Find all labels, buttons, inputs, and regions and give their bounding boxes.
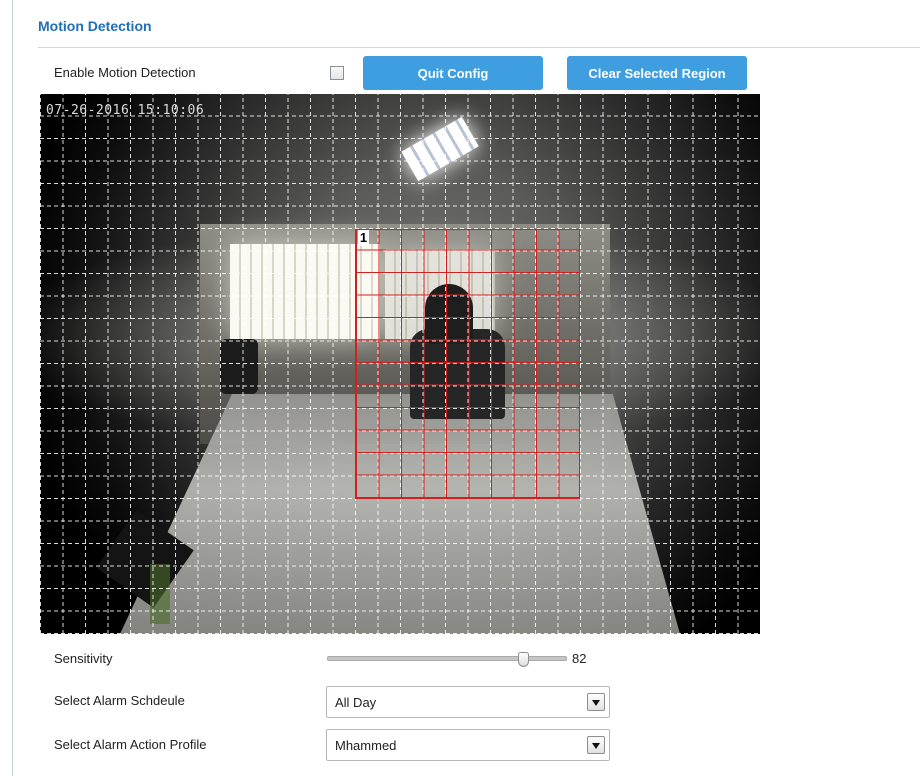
sensitivity-label: Sensitivity — [54, 651, 113, 666]
sensitivity-slider[interactable] — [327, 652, 567, 667]
sensitivity-slider-handle[interactable] — [518, 652, 530, 667]
page-title: Motion Detection — [38, 18, 152, 34]
region-number-label: 1 — [358, 230, 369, 246]
clear-selected-region-button[interactable]: Clear Selected Region — [567, 56, 747, 90]
left-tab — [0, 340, 13, 386]
alarm-action-select[interactable]: Mhammed — [326, 729, 610, 761]
alarm-schedule-label: Select Alarm Schdeule — [54, 693, 185, 708]
chevron-down-icon[interactable] — [587, 693, 605, 711]
chevron-down-icon[interactable] — [587, 736, 605, 754]
left-border — [12, 0, 13, 776]
enable-motion-label: Enable Motion Detection — [54, 65, 196, 80]
alarm-action-label: Select Alarm Action Profile — [54, 737, 207, 752]
video-timestamp: 07-26-2016 15:10:06 — [46, 103, 205, 118]
quit-config-button[interactable]: Quit Config — [363, 56, 543, 90]
alarm-schedule-select[interactable]: All Day — [326, 686, 610, 718]
camera-preview[interactable]: 07-26-2016 15:10:06 1 — [40, 94, 760, 634]
sensitivity-value: 82 — [572, 651, 587, 666]
header-divider — [38, 47, 920, 48]
enable-motion-checkbox[interactable] — [330, 66, 344, 80]
selected-region[interactable]: 1 — [355, 229, 580, 499]
alarm-schedule-value: All Day — [335, 695, 377, 710]
alarm-action-value: Mhammed — [335, 738, 397, 753]
